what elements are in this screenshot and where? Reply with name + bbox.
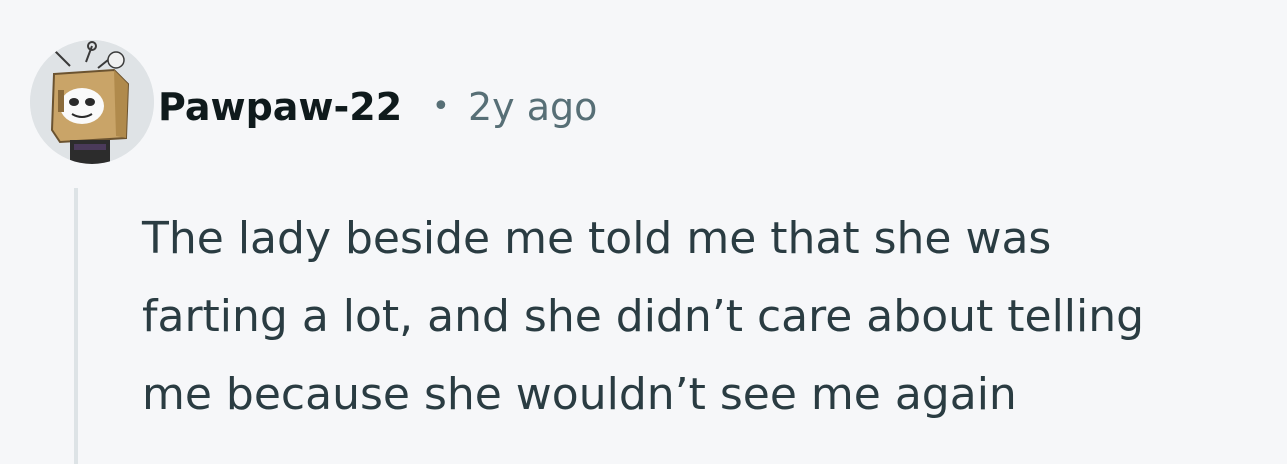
avatar-image [30, 40, 154, 164]
comment: Pawpaw-22 • 2y ago The lady beside me to… [0, 0, 1287, 464]
username-link[interactable]: Pawpaw-22 [158, 84, 402, 130]
comment-body-line: me because she wouldn’t see me again [142, 369, 1017, 420]
thread-line[interactable] [74, 188, 78, 464]
comment-body-line: farting a lot, and she didn’t care about… [142, 291, 1145, 342]
meta-separator: • [432, 89, 450, 124]
comment-timestamp[interactable]: 2y ago [468, 84, 597, 130]
comment-body: The lady beside me told me that she was … [142, 200, 1277, 434]
comment-body-line: The lady beside me told me that she was [142, 213, 1052, 264]
user-avatar[interactable] [30, 40, 154, 164]
